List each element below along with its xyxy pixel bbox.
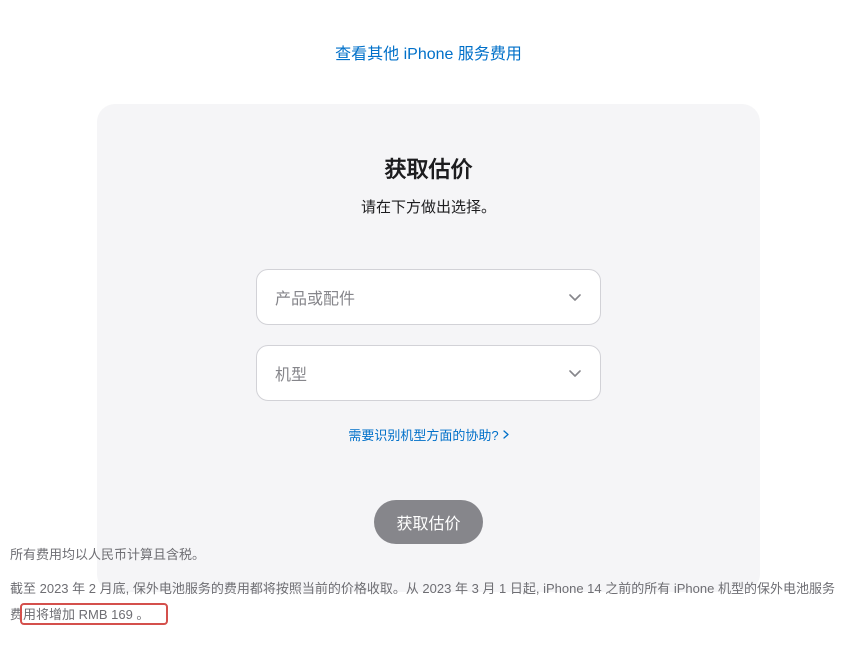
other-services-link[interactable]: 查看其他 iPhone 服务费用 [335, 40, 522, 64]
get-estimate-button[interactable]: 获取估价 [374, 500, 482, 544]
product-select-placeholder: 产品或配件 [275, 285, 355, 309]
estimate-card: 获取估价 请在下方做出选择。 产品或配件 机型 需要识别机型方面的协助? 获取估… [97, 104, 760, 592]
help-link[interactable]: 需要识别机型方面的协助? [348, 425, 508, 444]
product-select[interactable]: 产品或配件 [256, 269, 601, 325]
model-select-placeholder: 机型 [275, 361, 307, 385]
chevron-down-icon [568, 293, 582, 301]
footnote-tax: 所有费用均以人民币计算且含税。 [10, 542, 847, 568]
card-subtitle: 请在下方做出选择。 [361, 196, 496, 217]
card-title: 获取估价 [384, 152, 472, 184]
model-select[interactable]: 机型 [256, 345, 601, 401]
chevron-right-icon [503, 430, 509, 439]
chevron-down-icon [568, 369, 582, 377]
help-link-label: 需要识别机型方面的协助? [348, 425, 498, 444]
footnotes: 所有费用均以人民币计算且含税。 截至 2023 年 2 月底, 保外电池服务的费… [10, 542, 847, 628]
footnote-price-increase: 截至 2023 年 2 月底, 保外电池服务的费用都将按照当前的价格收取。从 2… [10, 576, 847, 628]
